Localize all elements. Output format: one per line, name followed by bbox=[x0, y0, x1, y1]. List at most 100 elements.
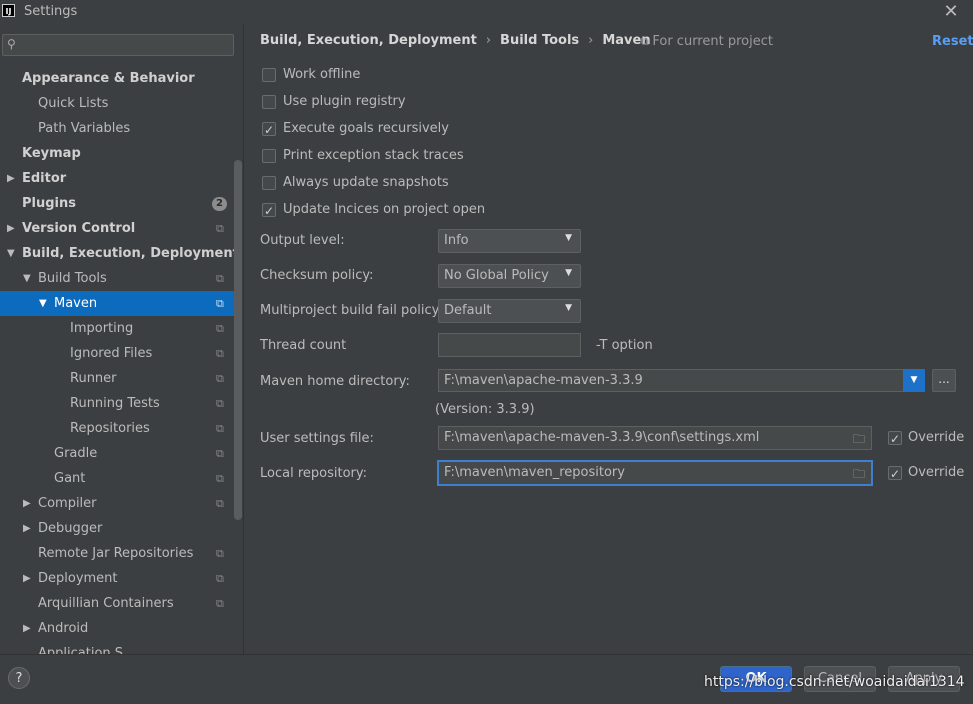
tree-item[interactable]: Gant ⧉ bbox=[0, 466, 234, 491]
checkbox[interactable] bbox=[262, 95, 276, 109]
folder-icon[interactable]: 🗀 bbox=[853, 430, 865, 451]
expand-right-icon[interactable]: ▶ bbox=[23, 491, 31, 516]
tree-item[interactable]: Running Tests ⧉ bbox=[0, 391, 234, 416]
tree-item[interactable]: Application S... bbox=[0, 641, 234, 654]
breadcrumb-item: Build, Execution, Deployment bbox=[260, 33, 477, 48]
tree-item[interactable]: Keymap bbox=[0, 141, 234, 166]
tree-item-label: Editor bbox=[22, 171, 67, 186]
local-repository-value: F:\maven\maven_repository bbox=[444, 465, 625, 480]
project-scope-icon: ⧉ bbox=[216, 422, 224, 435]
tree-item[interactable]: Quick Lists bbox=[0, 91, 234, 116]
checkbox-label: Update Incices on project open bbox=[283, 202, 486, 217]
tree-item[interactable]: ▼ Build, Execution, Deployment bbox=[0, 241, 239, 266]
tree-item[interactable]: ▼ Maven ⧉ bbox=[0, 291, 234, 316]
breadcrumb: Build, Execution, Deployment › Build Tools… bbox=[260, 33, 651, 48]
folder-icon[interactable]: 🗀 bbox=[853, 465, 865, 486]
tree-item-label: Maven bbox=[54, 296, 98, 311]
watermark-text: https://blog.csdn.net/woaidaidai1314 bbox=[704, 674, 965, 690]
maven-home-dropdown-button[interactable]: ▼ bbox=[903, 369, 925, 392]
checkbox[interactable] bbox=[262, 68, 276, 82]
project-scope-icon: ⧉ bbox=[216, 597, 224, 610]
project-scope-icon: ⧉ bbox=[216, 447, 224, 460]
user-settings-input[interactable]: F:\maven\apache-maven-3.3.9\conf\setting… bbox=[438, 426, 872, 450]
expand-down-icon[interactable]: ▼ bbox=[39, 291, 47, 316]
t-option-label: -T option bbox=[596, 338, 653, 353]
output-level-select[interactable]: Info ▼ bbox=[438, 229, 581, 253]
tree-item[interactable]: ▶ Editor bbox=[0, 166, 234, 191]
tree-item-label: Appearance & Behavior bbox=[22, 71, 195, 86]
tree-item-label: Compiler bbox=[38, 496, 97, 511]
help-button[interactable]: ? bbox=[8, 667, 30, 689]
user-settings-label: User settings file: bbox=[260, 431, 374, 446]
intellij-logo-icon: IJ bbox=[2, 4, 15, 17]
tree-item[interactable]: ▶ Debugger bbox=[0, 516, 234, 541]
chevron-down-icon: ▼ bbox=[565, 268, 572, 278]
tree-item[interactable]: ▶ Version Control ⧉ bbox=[0, 216, 234, 241]
maven-version-label: (Version: 3.3.9) bbox=[435, 402, 535, 417]
expand-down-icon[interactable]: ▼ bbox=[23, 266, 31, 291]
copy-icon: ⧉ bbox=[641, 35, 653, 48]
override-checkbox[interactable] bbox=[888, 429, 902, 449]
tree-item-label: Path Variables bbox=[38, 121, 131, 136]
tree-item-label: Importing bbox=[70, 321, 134, 336]
tree-item[interactable]: Plugins 2 bbox=[0, 191, 234, 216]
tree-item[interactable]: Remote Jar Repositories ⧉ bbox=[0, 541, 234, 566]
tree-item-label: Debugger bbox=[38, 521, 103, 536]
tree-item-label: Gant bbox=[54, 471, 86, 486]
tree-item[interactable]: Ignored Files ⧉ bbox=[0, 341, 234, 366]
tree-item-label: Deployment bbox=[38, 571, 118, 586]
checksum-policy-select[interactable]: No Global Policy ▼ bbox=[438, 264, 581, 288]
window-title: Settings bbox=[24, 4, 78, 19]
expand-right-icon[interactable]: ▶ bbox=[7, 166, 15, 191]
reset-link[interactable]: Reset bbox=[932, 34, 973, 49]
tree-item[interactable]: ▼ Build Tools ⧉ bbox=[0, 266, 234, 291]
tree-item[interactable]: ▶ Deployment ⧉ bbox=[0, 566, 234, 591]
expand-down-icon[interactable]: ▼ bbox=[7, 241, 15, 266]
output-level-label: Output level: bbox=[260, 233, 345, 248]
tree-item[interactable]: Repositories ⧉ bbox=[0, 416, 234, 441]
multiproject-policy-select[interactable]: Default ▼ bbox=[438, 299, 581, 323]
user-settings-value: F:\maven\apache-maven-3.3.9\conf\setting… bbox=[444, 430, 760, 445]
checkbox[interactable] bbox=[262, 149, 276, 163]
project-scope-icon: ⧉ bbox=[216, 397, 224, 410]
expand-right-icon[interactable]: ▶ bbox=[23, 566, 31, 591]
tree-item[interactable]: Appearance & Behavior bbox=[0, 66, 234, 91]
checkbox[interactable] bbox=[262, 201, 276, 221]
chevron-right-icon: › bbox=[588, 33, 594, 48]
sidebar-scrollbar[interactable] bbox=[234, 160, 242, 520]
checkbox[interactable] bbox=[262, 120, 276, 140]
tree-item-label: Repositories bbox=[70, 421, 150, 436]
expand-right-icon[interactable]: ▶ bbox=[23, 616, 31, 641]
maven-home-input[interactable]: F:\maven\apache-maven-3.3.9 bbox=[438, 369, 904, 392]
checkbox[interactable] bbox=[262, 176, 276, 190]
tree-item[interactable]: Runner ⧉ bbox=[0, 366, 234, 391]
close-icon[interactable]: ✕ bbox=[940, 1, 962, 23]
local-repository-label: Local repository: bbox=[260, 466, 367, 481]
search-input[interactable] bbox=[25, 37, 229, 55]
tree-item[interactable]: Path Variables bbox=[0, 116, 234, 141]
maven-home-browse-button[interactable]: ... bbox=[932, 369, 956, 392]
tree-item[interactable]: Importing ⧉ bbox=[0, 316, 234, 341]
override-checkbox[interactable] bbox=[888, 464, 902, 484]
checksum-policy-label: Checksum policy: bbox=[260, 268, 374, 283]
tree-item-label: Android bbox=[38, 621, 89, 636]
settings-sidebar: ⚲ Appearance & Behavior Quick Lists Path V… bbox=[0, 24, 243, 654]
tree-item[interactable]: ▶ Compiler ⧉ bbox=[0, 491, 234, 516]
tree-item-label: Runner bbox=[70, 371, 117, 386]
tree-item[interactable]: Gradle ⧉ bbox=[0, 441, 234, 466]
thread-count-input[interactable] bbox=[438, 333, 581, 357]
output-level-value: Info bbox=[444, 233, 469, 248]
chevron-right-icon: › bbox=[485, 33, 492, 48]
tree-item-label: Arquillian Containers bbox=[38, 596, 174, 611]
tree-item[interactable]: Arquillian Containers ⧉ bbox=[0, 591, 234, 616]
tree-item-label: Keymap bbox=[22, 146, 81, 161]
local-repository-input[interactable]: F:\maven\maven_repository 🗀 bbox=[437, 460, 873, 486]
thread-count-label: Thread count bbox=[260, 338, 347, 353]
project-scope-icon: ⧉ bbox=[216, 272, 224, 285]
expand-right-icon[interactable]: ▶ bbox=[23, 516, 31, 541]
search-box[interactable]: ⚲ bbox=[2, 34, 234, 56]
project-scope-icon: ⧉ bbox=[216, 322, 224, 335]
expand-right-icon[interactable]: ▶ bbox=[7, 216, 15, 241]
tree-item-label: Remote Jar Repositories bbox=[38, 546, 194, 561]
tree-item[interactable]: ▶ Android bbox=[0, 616, 234, 641]
